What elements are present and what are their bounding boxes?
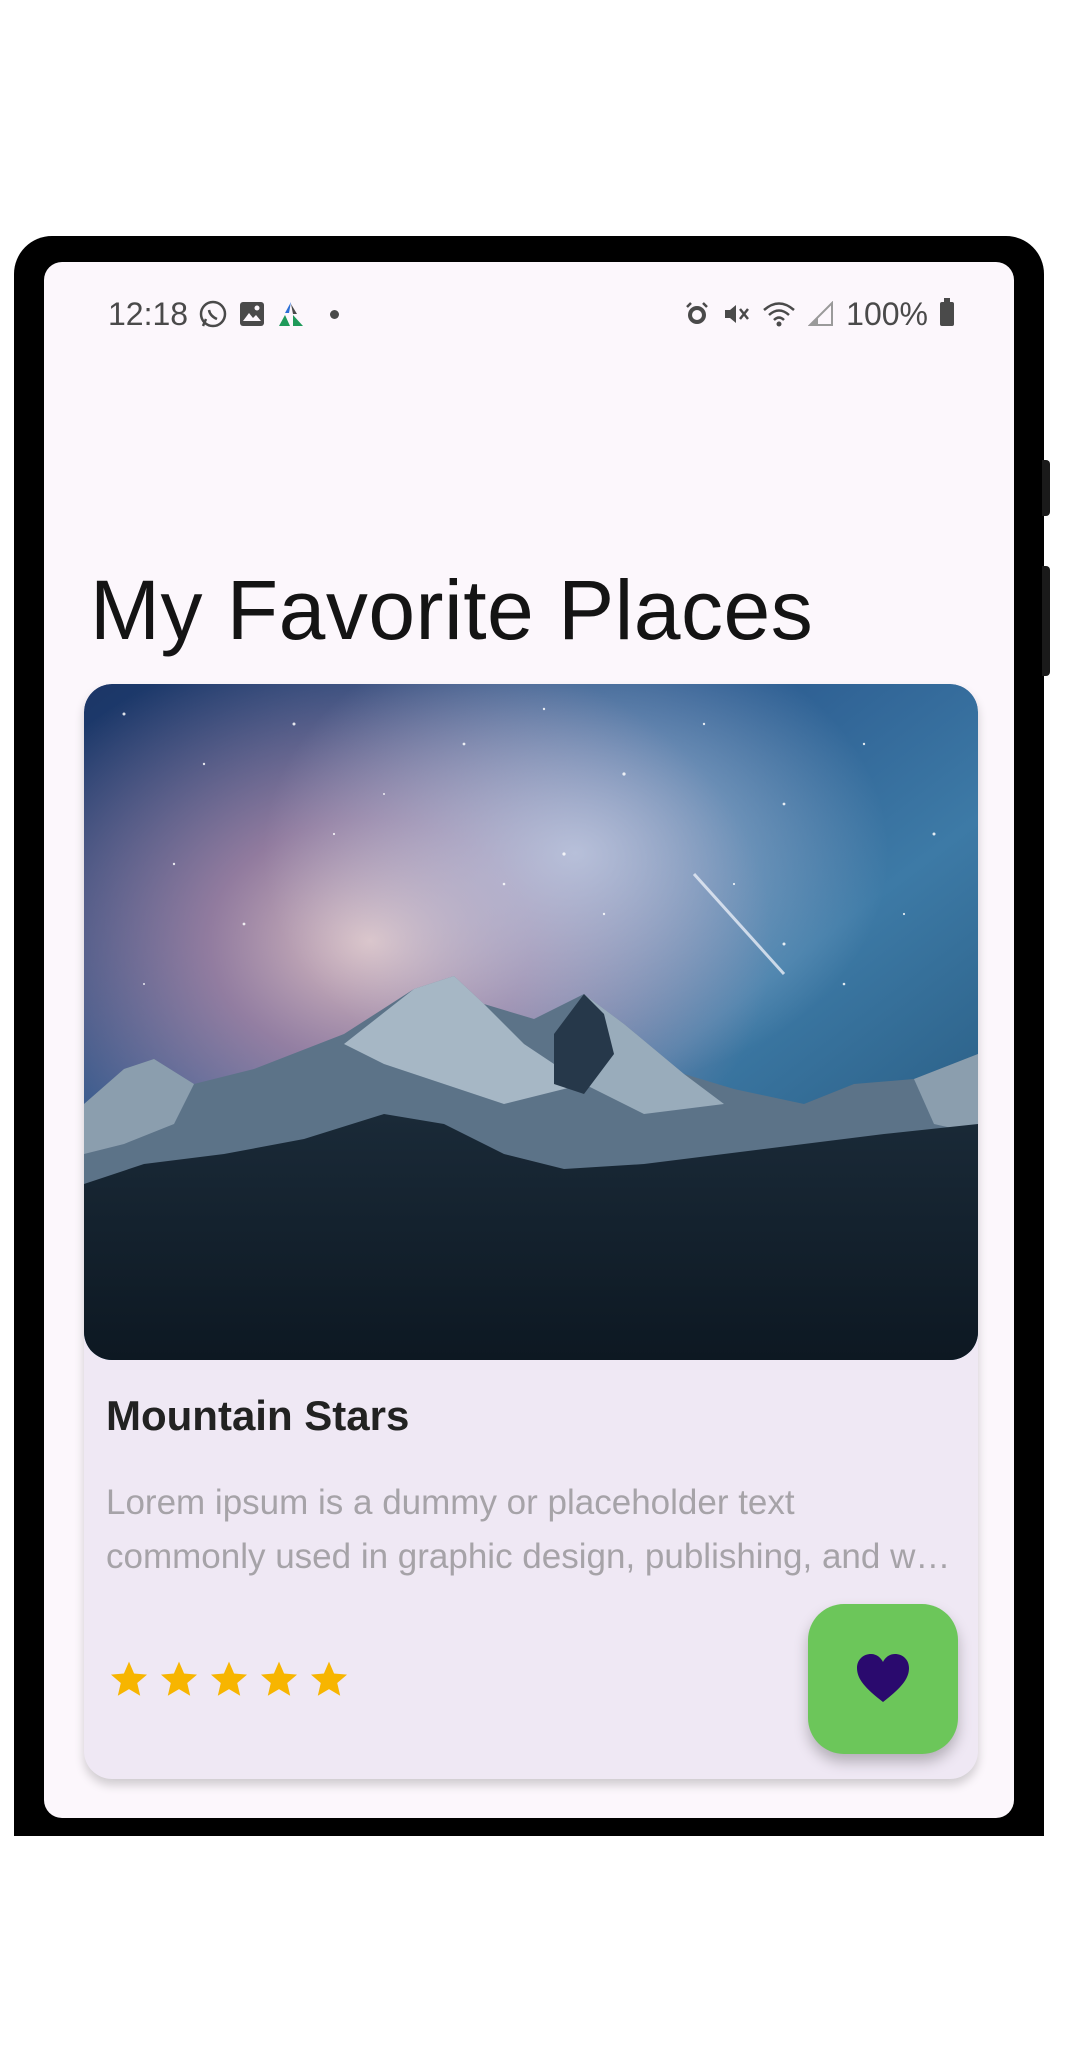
favorite-button[interactable] bbox=[808, 1604, 958, 1754]
page: 12:18 100% My Favorite Places Mountain S… bbox=[0, 0, 1080, 2048]
battery-icon bbox=[940, 298, 954, 326]
status-bar-right: 100% bbox=[684, 292, 954, 336]
whatsapp-icon bbox=[198, 299, 228, 329]
notification-dot-icon bbox=[330, 309, 340, 319]
page-title: My Favorite Places bbox=[90, 563, 814, 657]
star-icon bbox=[158, 1659, 200, 1701]
alarm-icon bbox=[684, 301, 710, 327]
mountain-stars-image bbox=[84, 684, 978, 1360]
star-icon bbox=[208, 1659, 250, 1701]
status-bar: 12:18 100% bbox=[44, 292, 1014, 336]
status-time: 12:18 bbox=[108, 295, 189, 332]
status-bar-left: 12:18 bbox=[108, 292, 340, 336]
gallery-icon bbox=[238, 300, 266, 328]
star-rating bbox=[108, 1659, 350, 1701]
power-button bbox=[1042, 566, 1050, 676]
place-card[interactable]: Mountain Stars Lorem ipsum is a dummy or… bbox=[84, 684, 978, 1779]
phone-screen: 12:18 100% My Favorite Places Mountain S… bbox=[44, 262, 1014, 1818]
card-title: Mountain Stars bbox=[106, 1392, 410, 1439]
volume-button bbox=[1042, 460, 1050, 516]
star-icon bbox=[258, 1659, 300, 1701]
mute-icon bbox=[722, 301, 750, 327]
phone-frame: 12:18 100% My Favorite Places Mountain S… bbox=[14, 236, 1050, 1836]
star-icon bbox=[308, 1659, 350, 1701]
star-icon bbox=[108, 1659, 150, 1701]
battery-percent: 100% bbox=[846, 295, 928, 332]
heart-icon bbox=[855, 1652, 911, 1707]
app-icon bbox=[276, 299, 306, 329]
card-description: Lorem ipsum is a dummy or placeholder te… bbox=[106, 1483, 955, 1576]
wifi-icon bbox=[762, 300, 796, 328]
signal-icon bbox=[808, 301, 834, 327]
